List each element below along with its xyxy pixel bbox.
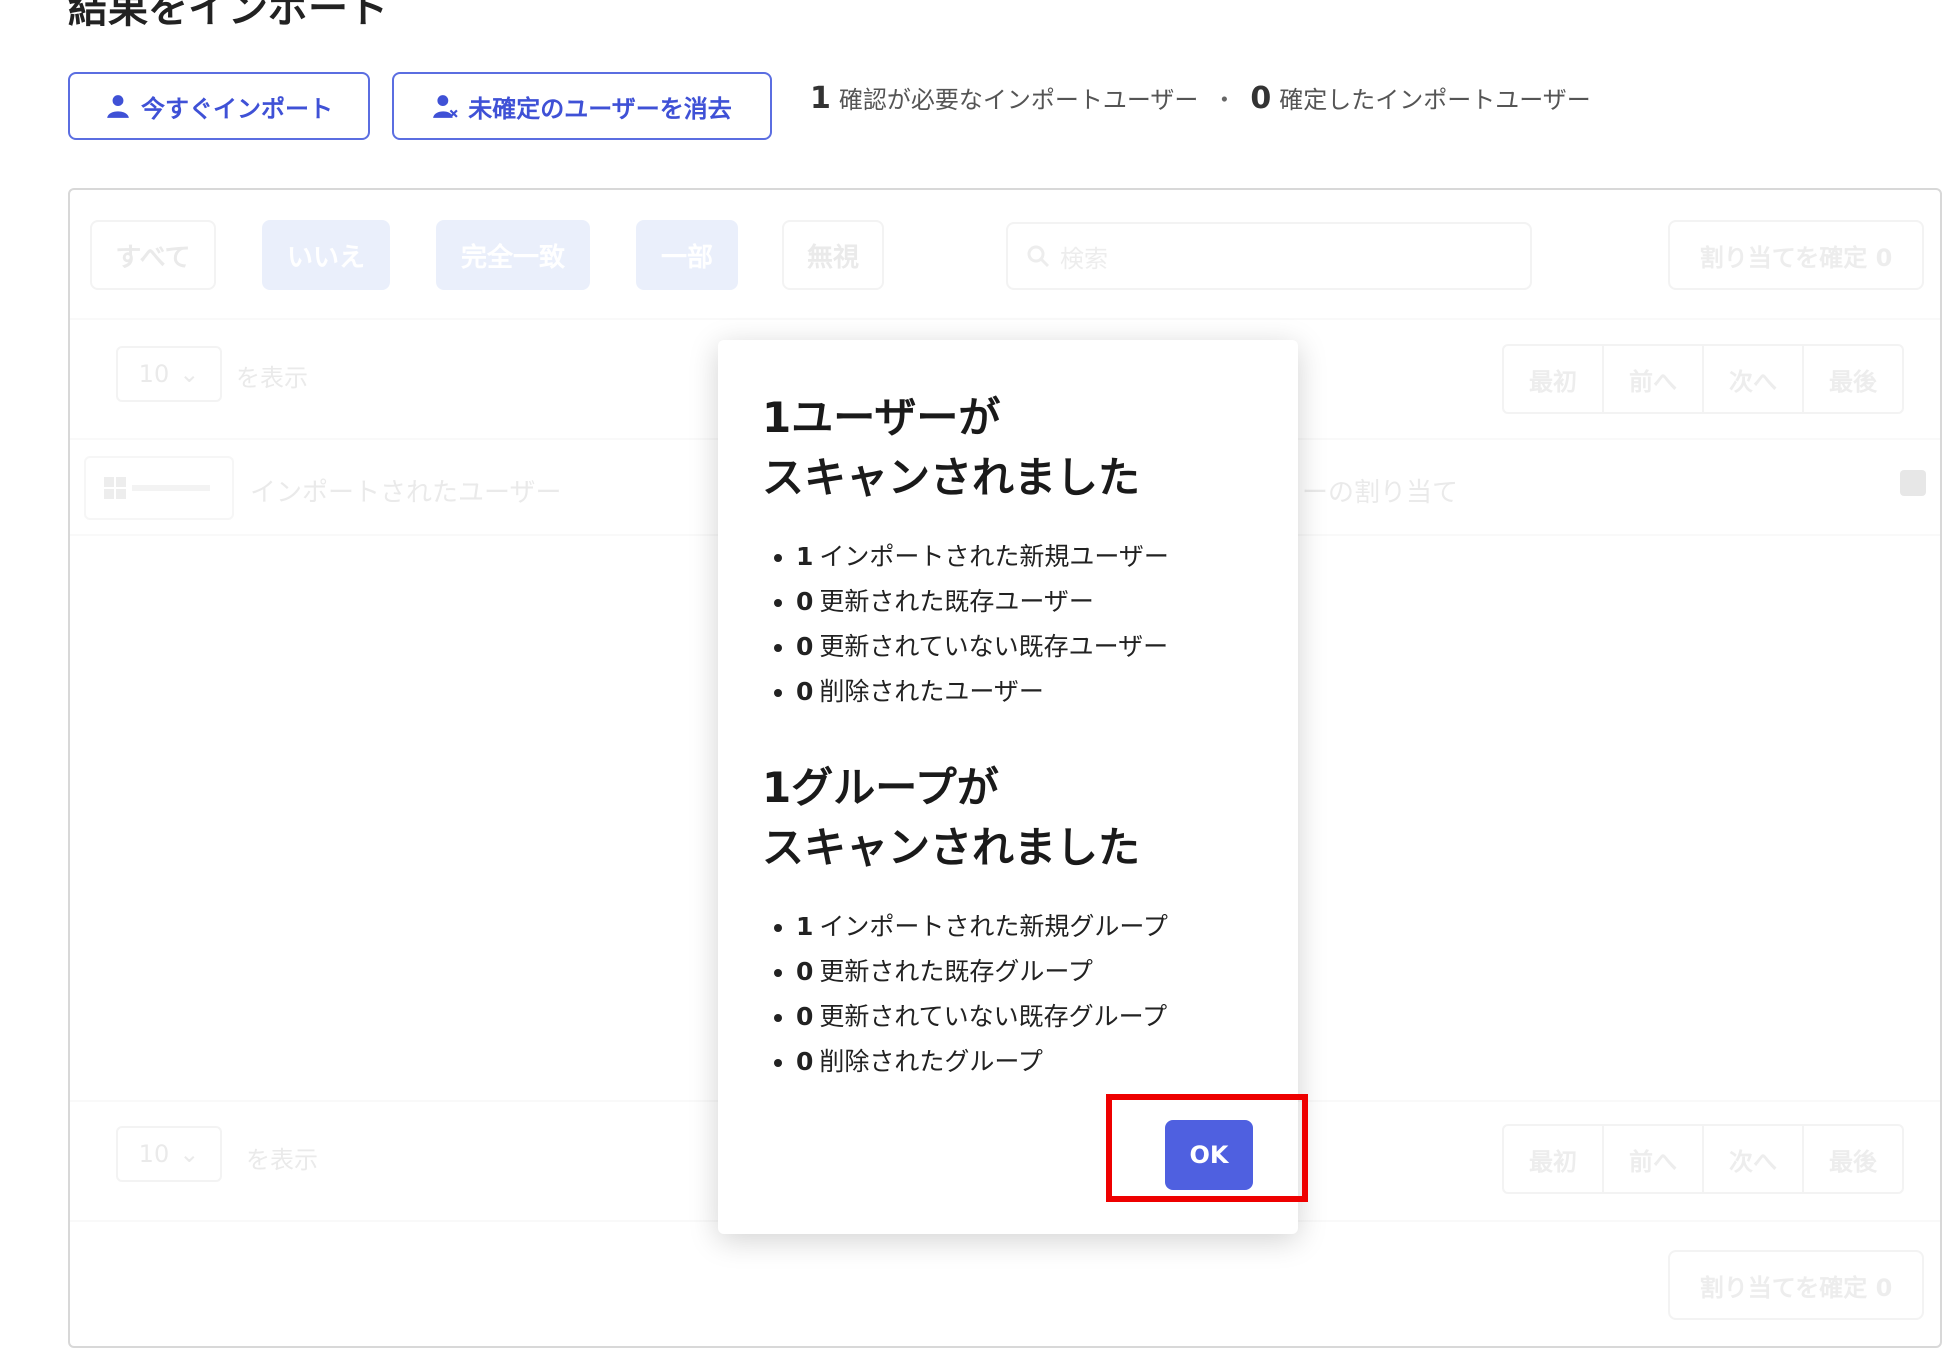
import-now-button[interactable]: 今すぐインポート <box>68 72 370 140</box>
clear-unconfirmed-label: 未確定のユーザーを消去 <box>468 94 732 123</box>
chevron-down-icon: ⌄ <box>179 1140 200 1168</box>
chevron-down-icon: ⌄ <box>179 360 200 388</box>
checkbox-icon[interactable] <box>1900 470 1926 496</box>
page-title: 結果をインポート <box>68 0 388 32</box>
pager-last-button[interactable]: 最後 <box>1804 346 1902 412</box>
user-icon <box>107 95 129 118</box>
pager-next-button[interactable]: 次へ <box>1704 346 1804 412</box>
confirmed-count: 0 <box>1250 81 1272 116</box>
import-now-label: 今すぐインポート <box>141 94 333 123</box>
pager-last-button[interactable]: 最後 <box>1804 1126 1902 1192</box>
pager-top: 最初 前へ 次へ 最後 <box>1502 344 1904 414</box>
list-item: 0更新されていない既存グループ <box>796 994 1254 1039</box>
groups-scanned-title: 1グループが スキャンされました <box>762 758 1254 878</box>
pager-first-button[interactable]: 最初 <box>1504 346 1604 412</box>
filter-no-button[interactable]: いいえ <box>262 220 390 290</box>
groups-title-line1: 1グループが <box>762 763 999 812</box>
windows-logo-icon <box>84 456 234 520</box>
pager-prev-button[interactable]: 前へ <box>1604 1126 1704 1192</box>
pager-first-button[interactable]: 最初 <box>1504 1126 1604 1192</box>
list-item: 1インポートされた新規グループ <box>796 904 1254 949</box>
users-title-line2: スキャンされました <box>762 453 1141 502</box>
import-stats: 1 確認が必要なインポートユーザー ・ 0 確定したインポートユーザー <box>810 80 1591 116</box>
page-size-value: 10 <box>138 1140 170 1168</box>
user-results-list: 1インポートされた新規ユーザー 0更新された既存ユーザー 0更新されていない既存… <box>762 534 1254 714</box>
pager-bottom: 最初 前へ 次へ 最後 <box>1502 1124 1904 1194</box>
confirm-assignments-button-bottom[interactable]: 割り当てを確定 0 <box>1668 1250 1924 1320</box>
list-item: 0削除されたユーザー <box>796 669 1254 714</box>
page-size-label-bottom: を表示 <box>246 1146 318 1174</box>
search-icon <box>1027 245 1050 268</box>
assignment-column-header: ーの割り当て <box>1302 478 1459 508</box>
pending-label: 確認が必要なインポートユーザー <box>838 86 1199 114</box>
filter-exact-button[interactable]: 完全一致 <box>436 220 590 290</box>
list-item: 0更新された既存グループ <box>796 949 1254 994</box>
imported-users-column-header: インポートされたユーザー <box>250 478 562 508</box>
confirmed-label: 確定したインポートユーザー <box>1279 86 1591 114</box>
pager-prev-button[interactable]: 前へ <box>1604 346 1704 412</box>
page-size-select-bottom[interactable]: 10 ⌄ <box>116 1126 222 1182</box>
pending-count: 1 <box>810 81 831 116</box>
users-title-line1: 1ユーザーが <box>762 393 1001 442</box>
filter-all-button[interactable]: すべて <box>90 220 216 290</box>
list-item: 0削除されたグループ <box>796 1039 1254 1084</box>
users-scanned-title: 1ユーザーが スキャンされました <box>762 388 1254 508</box>
filter-ignore-button[interactable]: 無視 <box>782 220 884 290</box>
stats-separator: ・ <box>1212 86 1237 114</box>
groups-title-line2: スキャンされました <box>762 823 1141 872</box>
page-size-select-top[interactable]: 10 ⌄ <box>116 346 222 402</box>
list-item: 1インポートされた新規ユーザー <box>796 534 1254 579</box>
page-size-label-top: を表示 <box>236 364 308 392</box>
clear-unconfirmed-button[interactable]: 未確定のユーザーを消去 <box>392 72 772 140</box>
page-size-value: 10 <box>138 360 170 388</box>
search-placeholder: 検索 <box>1060 244 1108 273</box>
list-item: 0更新された既存ユーザー <box>796 579 1254 624</box>
ok-button-highlight <box>1106 1094 1308 1202</box>
pager-next-button[interactable]: 次へ <box>1704 1126 1804 1192</box>
remove-user-icon <box>433 95 458 118</box>
list-item: 0更新されていない既存ユーザー <box>796 624 1254 669</box>
divider <box>70 318 1940 320</box>
search-input[interactable]: 検索 <box>1006 222 1532 290</box>
group-results-list: 1インポートされた新規グループ 0更新された既存グループ 0更新されていない既存… <box>762 904 1254 1084</box>
confirm-assignments-button-top[interactable]: 割り当てを確定 0 <box>1668 220 1924 290</box>
filter-partial-button[interactable]: 一部 <box>636 220 738 290</box>
